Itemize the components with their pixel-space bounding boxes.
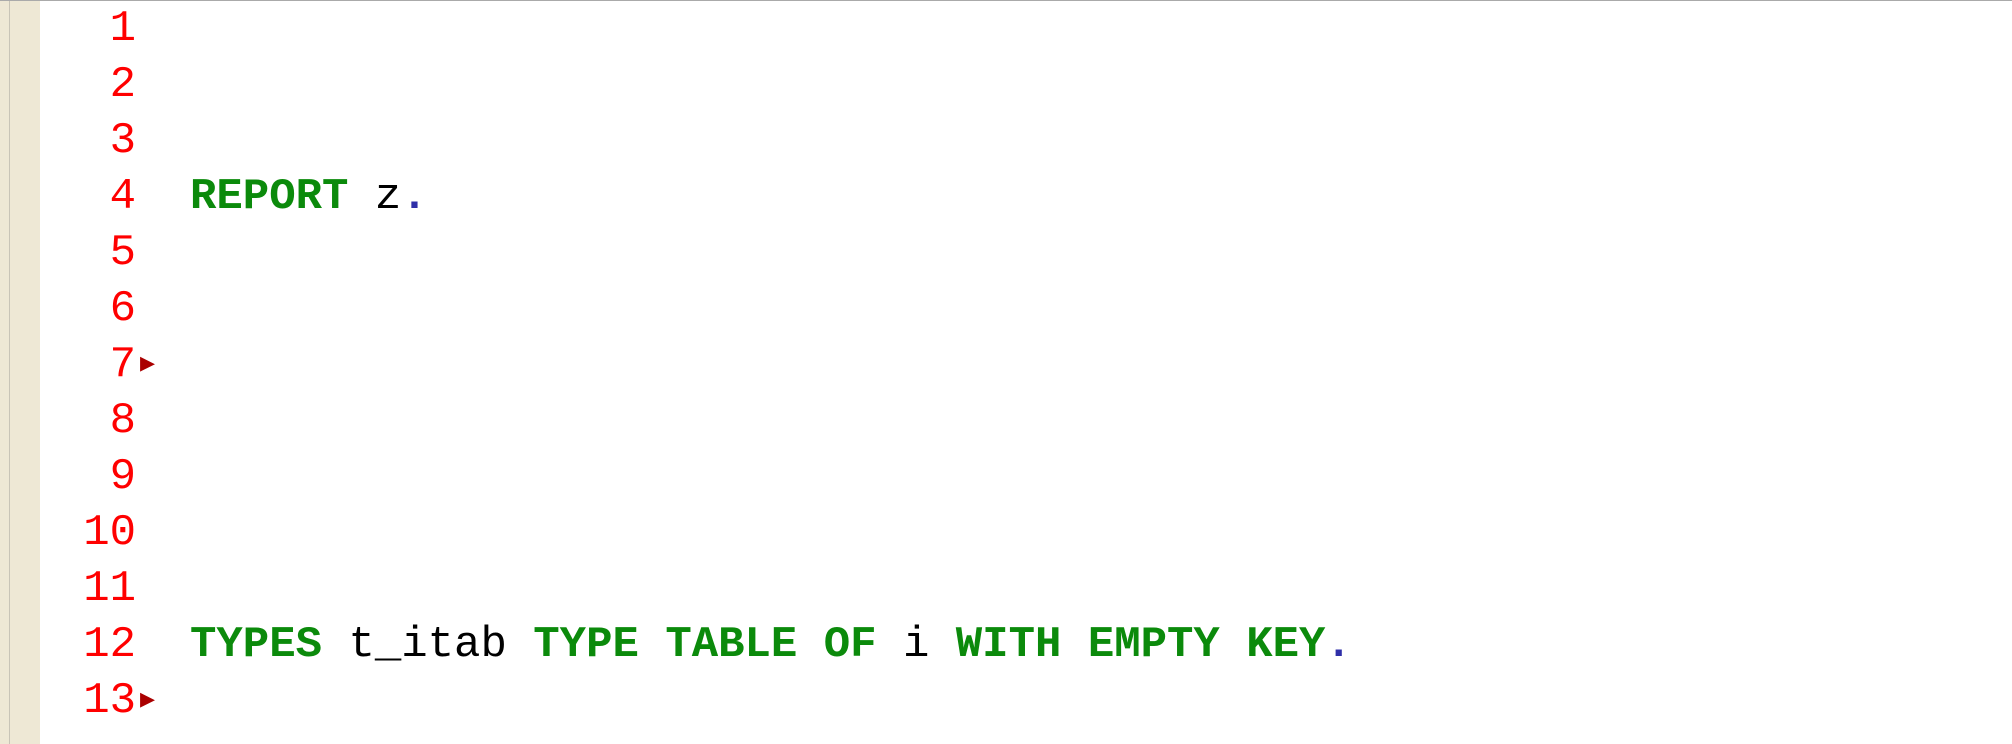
code-line[interactable]: REPORT z. (190, 169, 2012, 225)
error-marker-icon: ▸ (140, 337, 170, 393)
line-number: 13 (40, 673, 136, 729)
keyword-empty: EMPTY (1088, 620, 1220, 670)
keyword-of: OF (824, 620, 877, 670)
line-number: 3 (40, 113, 136, 169)
period: . (401, 172, 427, 222)
line-number: 9 (40, 449, 136, 505)
marker-column: ▸ ▸ (140, 1, 170, 744)
code-area[interactable]: REPORT z. TYPES t_itab TYPE TABLE OF i W… (170, 1, 2012, 744)
identifier: t_itab (348, 620, 506, 670)
keyword-key: KEY (1246, 620, 1325, 670)
period: . (1325, 620, 1351, 670)
keyword-types: TYPES (190, 620, 322, 670)
identifier: z (375, 172, 401, 222)
code-line[interactable]: TYPES t_itab TYPE TABLE OF i WITH EMPTY … (190, 617, 2012, 673)
keyword-type: TYPE (533, 620, 639, 670)
line-number: 7 (40, 337, 136, 393)
keyword-report: REPORT (190, 172, 348, 222)
identifier: i (903, 620, 929, 670)
line-number-gutter: 1 2 3 4 5 6 7 8 9 10 11 12 13 (40, 1, 140, 744)
code-editor[interactable]: 1 2 3 4 5 6 7 8 9 10 11 12 13 ▸ ▸ REPORT… (0, 0, 2012, 744)
code-line[interactable] (190, 393, 2012, 449)
line-number: 2 (40, 57, 136, 113)
line-number: 6 (40, 281, 136, 337)
line-number: 5 (40, 225, 136, 281)
keyword-with: WITH (956, 620, 1062, 670)
line-number: 10 (40, 505, 136, 561)
error-marker-icon: ▸ (140, 673, 170, 729)
keyword-table: TABLE (665, 620, 797, 670)
folding-strip (0, 1, 10, 744)
line-number: 1 (40, 1, 136, 57)
breakpoint-margin[interactable] (10, 1, 40, 744)
line-number: 8 (40, 393, 136, 449)
line-number: 12 (40, 617, 136, 673)
line-number: 11 (40, 561, 136, 617)
line-number: 4 (40, 169, 136, 225)
